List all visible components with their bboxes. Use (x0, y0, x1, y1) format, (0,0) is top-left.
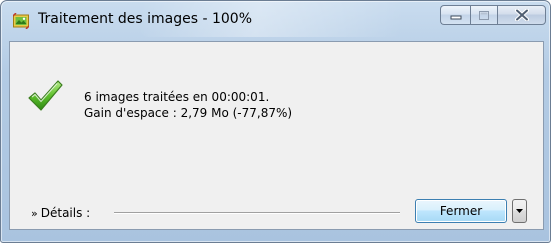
options-dropdown-button[interactable] (512, 199, 527, 223)
maximize-button[interactable] (470, 5, 497, 25)
chevron-down-icon (516, 208, 523, 213)
maximize-icon (479, 10, 489, 20)
close-icon (514, 9, 529, 21)
image-batch-icon (13, 13, 29, 29)
window-title: Traitement des images - 100% (38, 11, 253, 27)
title-bar[interactable]: Traitement des images - 100% (1, 1, 550, 37)
minimize-icon (450, 15, 461, 20)
details-separator (114, 212, 400, 214)
expand-arrows-icon: » (31, 206, 38, 220)
close-button[interactable]: Fermer (415, 199, 507, 223)
dialog-window: Traitement des images - 100% 6 images tr… (0, 0, 551, 243)
dialog-content: 6 images traitées en 00:00:01. Gain d'es… (9, 41, 544, 230)
result-message: 6 images traitées en 00:00:01. Gain d'es… (84, 89, 292, 121)
checkmark-icon (28, 80, 63, 111)
window-controls (440, 5, 546, 27)
details-toggle[interactable]: » Détails : (31, 206, 90, 220)
result-line-processed: 6 images traitées en 00:00:01. (84, 90, 270, 104)
result-line-space-gain: Gain d'espace : 2,79 Mo (-77,87%) (84, 106, 293, 120)
minimize-button[interactable] (440, 5, 470, 25)
details-label: Détails : (40, 206, 91, 220)
close-window-button[interactable] (497, 5, 546, 25)
